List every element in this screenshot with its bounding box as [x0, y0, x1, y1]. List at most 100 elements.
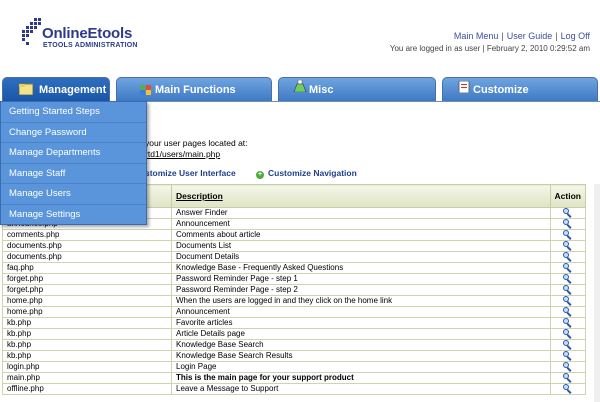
view-magnifier-icon[interactable]	[563, 318, 572, 329]
folder-icon	[19, 83, 33, 95]
description-cell: Announcement	[171, 306, 551, 318]
description-cell: Knowledge Base Search	[171, 339, 551, 351]
tab-label: Main Functions	[155, 84, 236, 96]
brand-subtitle: ETOOLS ADMINISTRATION	[43, 42, 138, 49]
view-magnifier-icon[interactable]	[563, 263, 572, 274]
action-cell	[549, 361, 587, 373]
action-cell	[549, 251, 587, 263]
view-magnifier-icon[interactable]	[563, 208, 572, 219]
separator: |	[555, 31, 558, 41]
customize-navigation-label: Customize Navigation	[268, 168, 357, 178]
description-cell: Login Page	[171, 361, 551, 373]
table-row: kb.php Article Details page	[2, 328, 587, 340]
file-cell: forget.php	[2, 284, 172, 296]
tab-misc[interactable]: Misc	[278, 77, 436, 101]
action-column-header: Action	[549, 184, 587, 208]
file-cell: faq.php	[2, 262, 172, 274]
table-row: documents.php Document Details	[2, 251, 587, 263]
file-cell: login.php	[2, 361, 172, 373]
file-cell: kb.php	[2, 328, 172, 340]
action-cell	[549, 295, 587, 307]
view-magnifier-icon[interactable]	[563, 340, 572, 351]
table-row: documents.php Documents List	[2, 240, 587, 252]
view-magnifier-icon[interactable]	[563, 241, 572, 252]
file-cell: forget.php	[2, 273, 172, 285]
table-row: forget.php Password Reminder Page - step …	[2, 273, 587, 285]
description-cell: Answer Finder	[171, 207, 551, 219]
main-menu-link[interactable]: Main Menu	[454, 31, 499, 41]
app-logo: OnlineEtools ETOOLS ADMINISTRATION	[18, 16, 178, 58]
file-cell: kb.php	[2, 317, 172, 329]
description-cell: Comments about article	[171, 229, 551, 241]
action-cell	[549, 284, 587, 296]
view-magnifier-icon[interactable]	[563, 252, 572, 263]
scrollbar[interactable]	[594, 184, 600, 402]
user-guide-link[interactable]: User Guide	[507, 31, 553, 41]
menu-item-getting-started[interactable]: Getting Started Steps	[1, 102, 146, 123]
user-pages-url[interactable]: rtd1/users/main.php	[145, 149, 220, 159]
separator: |	[501, 31, 504, 41]
action-cell	[549, 317, 587, 329]
file-cell: main.php	[2, 372, 172, 384]
user-pages-intro: your user pages located at:	[145, 138, 248, 148]
description-cell: Password Reminder Page - step 1	[171, 273, 551, 285]
action-cell	[549, 218, 587, 230]
brand-name: OnlineEtools	[42, 25, 133, 42]
menu-item-manage-departments[interactable]: Manage Departments	[1, 143, 146, 164]
tab-label: Management	[39, 84, 107, 96]
table-row: faq.php Knowledge Base - Frequently Asked…	[2, 262, 587, 274]
description-cell: Article Details page	[171, 328, 551, 340]
menu-item-manage-settings[interactable]: Manage Settings	[1, 205, 146, 225]
top-links: Main Menu | User Guide | Log Off	[454, 31, 590, 41]
tab-label: Customize	[473, 84, 529, 96]
action-cell	[549, 273, 587, 285]
view-magnifier-icon[interactable]	[563, 362, 572, 373]
action-cell	[549, 350, 587, 362]
view-magnifier-icon[interactable]	[563, 351, 572, 362]
puzzle-icon	[140, 85, 151, 95]
management-dropdown-menu: Getting Started Steps Change Password Ma…	[0, 101, 147, 225]
file-cell: home.php	[2, 306, 172, 318]
customize-ui-link[interactable]: stomize User Interface	[145, 168, 236, 178]
table-row: login.php Login Page	[2, 361, 587, 373]
menu-item-manage-users[interactable]: Manage Users	[1, 184, 146, 205]
view-magnifier-icon[interactable]	[563, 296, 572, 307]
view-magnifier-icon[interactable]	[563, 230, 572, 241]
table-row: kb.php Knowledge Base Search Results	[2, 350, 587, 362]
customize-navigation-link[interactable]: + Customize Navigation	[256, 168, 357, 179]
file-cell: offline.php	[2, 383, 172, 395]
description-cell: Leave a Message to Support	[171, 383, 551, 395]
action-cell	[549, 383, 587, 395]
tab-customize[interactable]: Customize	[442, 77, 598, 101]
menu-item-manage-staff[interactable]: Manage Staff	[1, 164, 146, 184]
table-row: kb.php Favorite articles	[2, 317, 587, 329]
file-cell: kb.php	[2, 350, 172, 362]
description-cell: Document Details	[171, 251, 551, 263]
view-magnifier-icon[interactable]	[563, 384, 572, 395]
table-row: home.php When the users are logged in and…	[2, 295, 587, 307]
view-magnifier-icon[interactable]	[563, 274, 572, 285]
action-cell	[549, 339, 587, 351]
description-cell: Knowledge Base Search Results	[171, 350, 551, 362]
tab-main-functions[interactable]: Main Functions	[116, 77, 272, 101]
action-cell	[549, 372, 587, 384]
table-row: home.php Announcement	[2, 306, 587, 318]
file-cell: documents.php	[2, 240, 172, 252]
view-magnifier-icon[interactable]	[563, 285, 572, 296]
flask-icon	[293, 80, 307, 92]
menu-item-change-password[interactable]: Change Password	[1, 123, 146, 143]
description-column-header[interactable]: Description	[171, 184, 551, 208]
action-cell	[549, 229, 587, 241]
table-row: offline.php Leave a Message to Support	[2, 383, 587, 395]
action-cell	[549, 240, 587, 252]
view-magnifier-icon[interactable]	[563, 307, 572, 318]
tab-bar: Management Main Functions Misc Customize	[0, 77, 600, 102]
view-magnifier-icon[interactable]	[563, 373, 572, 384]
description-cell: Documents List	[171, 240, 551, 252]
log-off-link[interactable]: Log Off	[561, 31, 590, 41]
tab-management[interactable]: Management	[2, 77, 110, 101]
view-magnifier-icon[interactable]	[563, 219, 572, 230]
view-magnifier-icon[interactable]	[563, 329, 572, 340]
table-row: forget.php Password Reminder Page - step …	[2, 284, 587, 296]
tab-label: Misc	[309, 84, 334, 96]
